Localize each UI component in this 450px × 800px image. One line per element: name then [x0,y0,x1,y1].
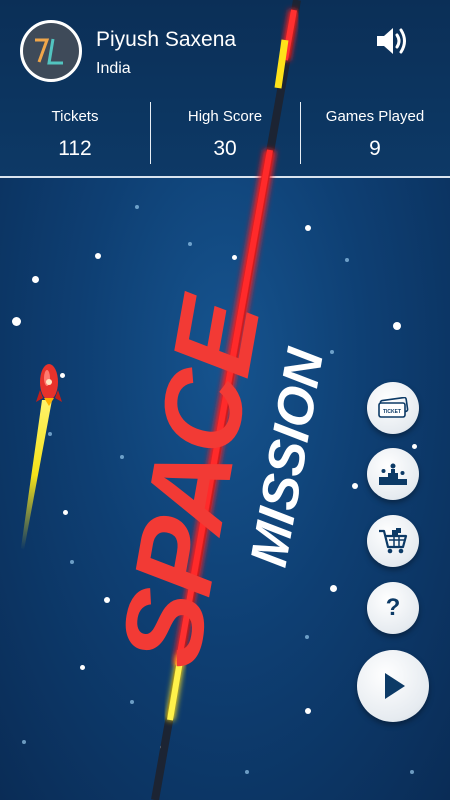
svg-text:TICKET: TICKET [383,409,401,415]
ticket-icon: TICKET [378,397,409,418]
podium-icon [379,463,407,485]
tickets-button[interactable]: TICKET [367,382,419,434]
play-icon [385,673,405,699]
question-icon: ? [385,594,401,621]
leaderboard-button[interactable] [367,448,419,500]
help-button[interactable]: ? [367,582,419,634]
game-title: SPACE MISSION [110,286,335,675]
game-scene: SPACE MISSION TICKET ? [0,0,450,800]
cart-icon [379,528,408,554]
shop-button[interactable] [367,515,419,567]
play-button[interactable] [357,650,429,722]
